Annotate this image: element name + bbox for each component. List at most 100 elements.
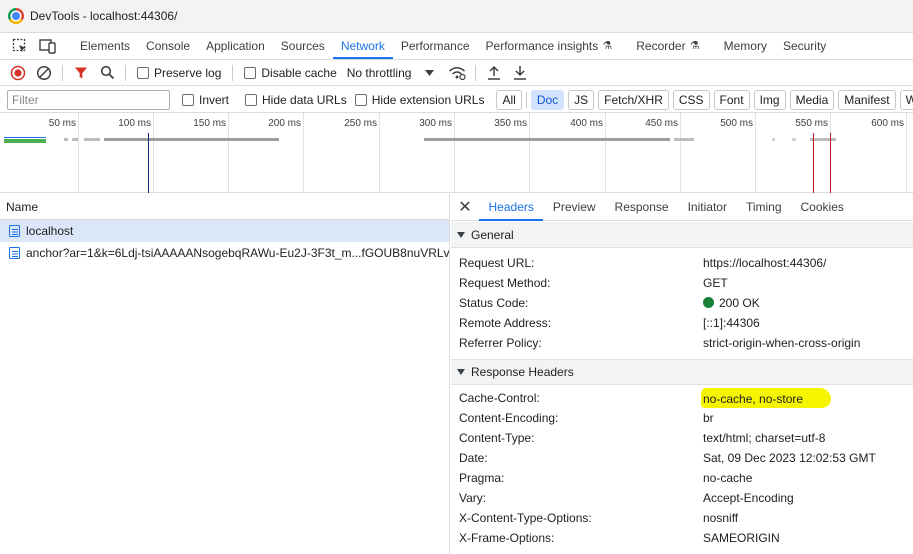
header-value: text/html; charset=utf-8	[703, 431, 826, 445]
header-value: no-cache	[703, 471, 753, 485]
request-name: anchor?ar=1&k=6Ldj-tsiAAAAANsogebqRAWu-E…	[26, 246, 449, 260]
filter-input[interactable]	[7, 89, 170, 110]
inspect-element-icon[interactable]	[6, 33, 34, 59]
flask-icon: ⚗	[689, 40, 700, 52]
network-toolbar: Preserve log Disable cache No throttling	[0, 60, 913, 86]
header-row: X-Frame-Options: SAMEORIGIN	[451, 528, 913, 548]
chevron-down-icon	[425, 69, 435, 76]
general-section-header[interactable]: General	[451, 222, 913, 248]
checkbox-box[interactable]	[244, 66, 257, 79]
tab-response[interactable]: Response	[605, 194, 678, 220]
invert-label: Invert	[199, 92, 230, 107]
import-har-upload-icon[interactable]	[481, 61, 507, 85]
type-filter-js[interactable]: JS	[568, 89, 595, 110]
resource-type-filters: All Doc JS Fetch/XHR CSS Font Img Media …	[496, 89, 913, 110]
type-filter-font[interactable]: Font	[713, 89, 750, 110]
tab-console[interactable]: Console	[138, 33, 198, 59]
header-key: Content-Type:	[459, 431, 535, 445]
tab-network[interactable]: Network	[332, 33, 393, 59]
disable-cache-checkbox[interactable]: Disable cache	[244, 66, 337, 80]
type-filter-img[interactable]: Img	[753, 89, 786, 110]
type-filter-fetch-xhr[interactable]: Fetch/XHR	[598, 89, 669, 110]
timeline-tick-label: 600 ms	[871, 118, 904, 129]
type-filter-doc[interactable]: Doc	[530, 89, 565, 110]
timeline-tick-label: 550 ms	[795, 118, 828, 129]
type-filter-ws[interactable]: WS	[899, 89, 913, 110]
timeline-request-bar	[772, 138, 775, 141]
tab-recorder[interactable]: Recorder ⚗	[628, 33, 707, 59]
timeline-request-bar	[64, 138, 68, 141]
tab-timing[interactable]: Timing	[736, 194, 791, 220]
checkbox-box[interactable]	[182, 93, 194, 106]
type-filter-manifest[interactable]: Manifest	[838, 89, 896, 110]
request-row[interactable]: anchor?ar=1&k=6Ldj-tsiAAAAANsogebqRAWu-E…	[0, 242, 449, 264]
status-ok-dot-icon	[703, 297, 714, 308]
document-icon	[9, 225, 20, 237]
document-icon	[9, 247, 20, 259]
header-value: 200 OK	[719, 296, 760, 310]
header-key: Referrer Policy:	[459, 336, 542, 350]
filter-bar: Invert Hide data URLs Hide extension URL…	[0, 87, 913, 113]
name-column-header[interactable]: Name	[0, 194, 449, 220]
tab-cookies[interactable]: Cookies	[791, 194, 853, 220]
hide-extension-urls-checkbox[interactable]: Hide extension URLs	[354, 93, 484, 107]
clear-icon[interactable]	[31, 61, 57, 85]
type-filter-media[interactable]: Media	[789, 89, 835, 110]
record-button[interactable]	[5, 61, 31, 85]
tab-performance-insights[interactable]: Performance insights ⚗	[478, 33, 621, 59]
timeline-tick-label: 500 ms	[720, 118, 753, 129]
checkbox-box[interactable]	[354, 93, 367, 106]
timeline-gridline	[303, 113, 304, 193]
tab-elements[interactable]: Elements	[72, 33, 138, 59]
request-row[interactable]: localhost	[0, 220, 449, 242]
tab-application[interactable]: Application	[198, 33, 273, 59]
header-value: GET	[703, 276, 728, 290]
tab-performance[interactable]: Performance	[393, 33, 478, 59]
header-row: Content-Type: text/html; charset=utf-8	[451, 428, 913, 448]
tab-performance-insights-label: Performance insights	[485, 39, 599, 53]
close-icon[interactable]: ✕	[451, 197, 479, 217]
detail-tab-bar: ✕ Headers Preview Response Initiator Tim…	[451, 194, 913, 221]
header-value: SAMEORIGIN	[703, 531, 780, 545]
tab-memory[interactable]: Memory	[716, 33, 775, 59]
throttling-select[interactable]: No throttling	[347, 66, 435, 80]
timeline-gridline	[605, 113, 606, 193]
timeline-gridline	[78, 113, 79, 193]
tab-headers[interactable]: Headers	[479, 194, 544, 221]
checkbox-box[interactable]	[137, 66, 149, 79]
header-key: Date:	[459, 451, 488, 465]
hide-data-urls-checkbox[interactable]: Hide data URLs	[245, 93, 347, 107]
timeline-gridline	[906, 113, 907, 193]
window-title: DevTools - localhost:44306/	[30, 9, 178, 23]
type-filter-all[interactable]: All	[496, 89, 522, 110]
tab-preview[interactable]: Preview	[543, 194, 605, 220]
response-headers-section: Cache-Control: no-cache, no-store Conten…	[451, 385, 913, 548]
throttling-value: No throttling	[346, 65, 412, 80]
header-row: Pragma: no-cache	[451, 468, 913, 488]
search-icon[interactable]	[94, 61, 120, 85]
type-filter-css[interactable]: CSS	[672, 89, 710, 110]
header-row: Request URL: https://localhost:44306/	[451, 253, 913, 273]
filter-funnel-icon[interactable]	[68, 61, 94, 85]
header-row: Referrer Policy: strict-origin-when-cros…	[451, 333, 913, 353]
network-conditions-wifi-icon[interactable]	[444, 61, 470, 85]
timeline-tick-label: 300 ms	[419, 118, 452, 129]
tab-security[interactable]: Security	[775, 33, 834, 59]
toolbar-divider	[525, 91, 527, 108]
section-title: General	[471, 227, 514, 242]
timeline-request-bar	[792, 138, 796, 141]
tab-sources[interactable]: Sources	[273, 33, 333, 59]
timeline-request-bar	[674, 138, 694, 141]
header-value: Accept-Encoding	[703, 491, 794, 505]
invert-checkbox[interactable]: Invert	[182, 93, 229, 107]
export-har-download-icon[interactable]	[507, 61, 533, 85]
dom-content-loaded-marker	[148, 133, 149, 193]
device-toolbar-icon[interactable]	[34, 33, 62, 59]
response-headers-section-header[interactable]: Response Headers	[451, 359, 913, 385]
tab-initiator[interactable]: Initiator	[678, 194, 736, 220]
header-row: Date: Sat, 09 Dec 2023 12:02:53 GMT	[451, 448, 913, 468]
checkbox-box[interactable]	[245, 93, 258, 106]
preserve-log-checkbox[interactable]: Preserve log	[137, 66, 221, 80]
timeline-gridline	[153, 113, 154, 193]
network-overview-timeline[interactable]: 50 ms 100 ms 150 ms 200 ms 250 ms 300 ms…	[0, 113, 913, 193]
